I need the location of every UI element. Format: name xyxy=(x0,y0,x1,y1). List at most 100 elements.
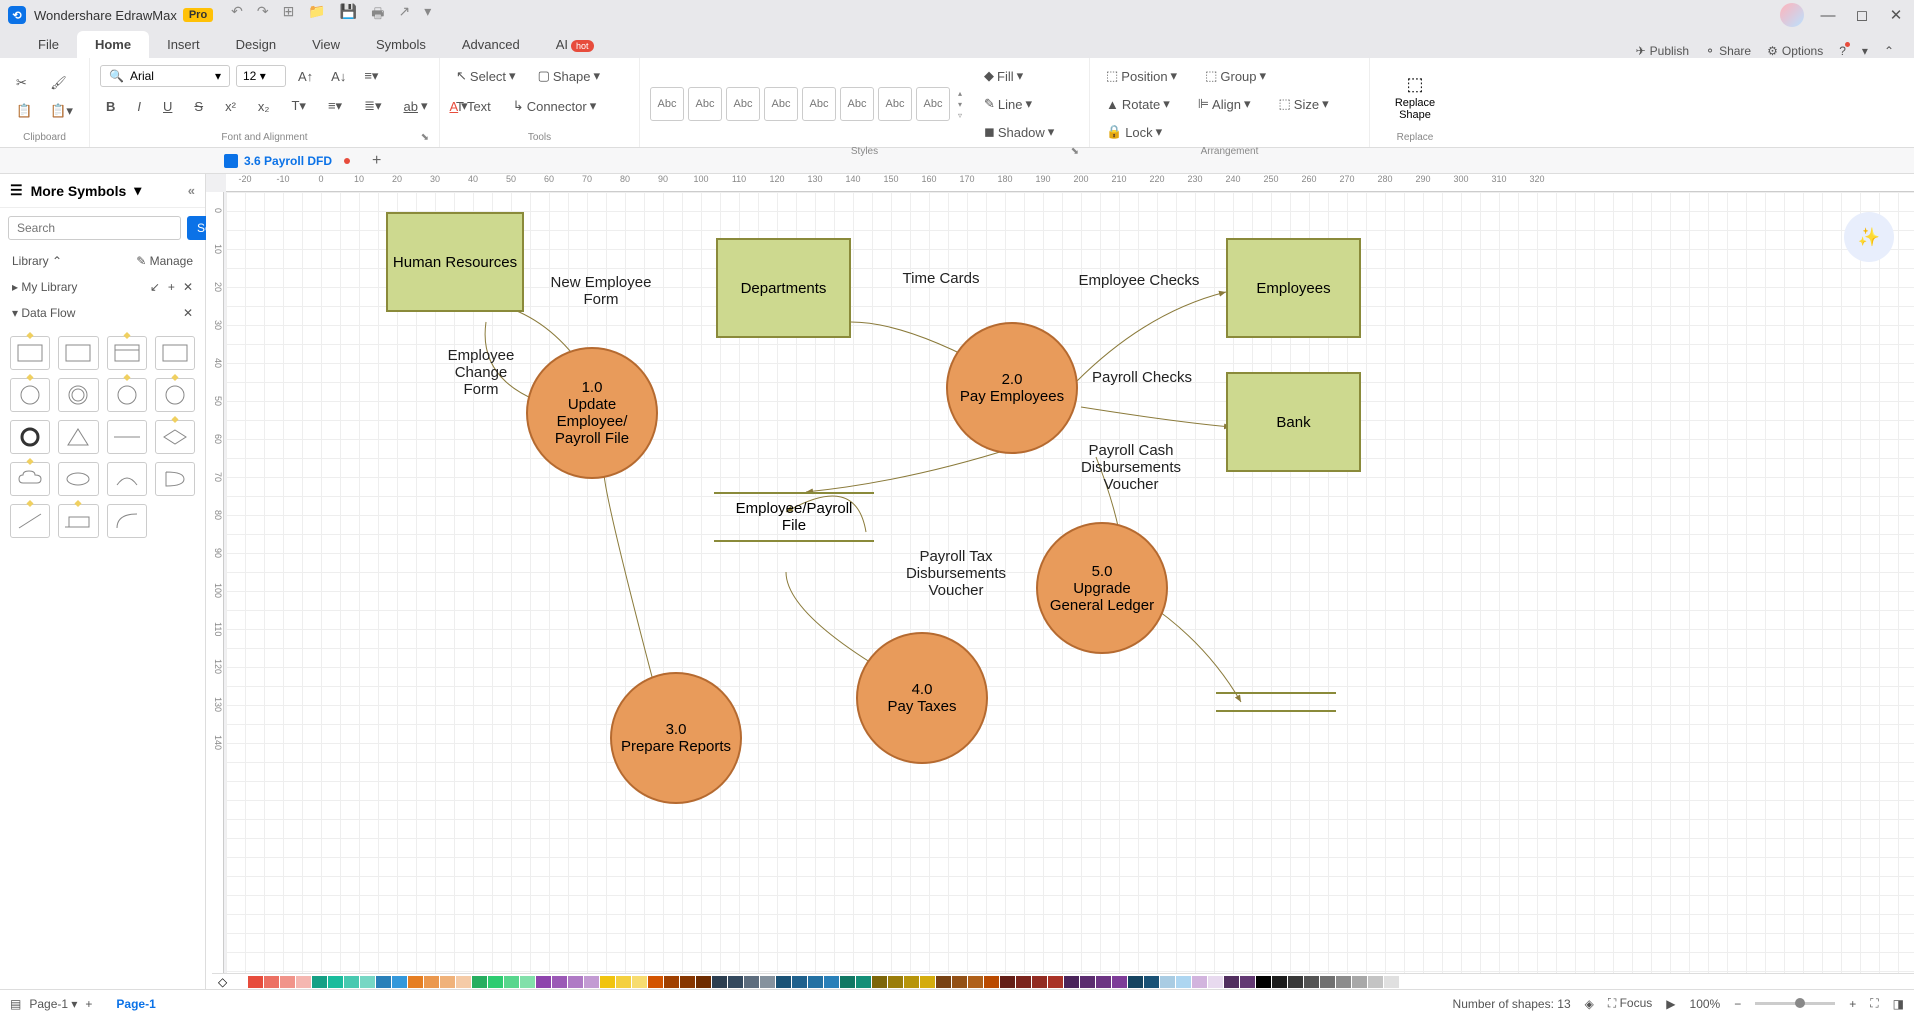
color-swatch[interactable] xyxy=(488,976,503,988)
bold-button[interactable]: B xyxy=(100,95,121,118)
color-swatch[interactable] xyxy=(472,976,487,988)
color-swatch[interactable] xyxy=(1384,976,1399,988)
style-preset-8[interactable]: Abc xyxy=(916,87,950,121)
help-button[interactable]: ? xyxy=(1839,44,1846,58)
text-tool[interactable]: T Text xyxy=(450,94,497,118)
color-swatch[interactable] xyxy=(712,976,727,988)
library-import-icon[interactable]: ↙ xyxy=(150,280,160,294)
line-button[interactable]: ✎ Line ▾ xyxy=(978,92,1060,116)
group-button[interactable]: ⬚ Group▾ xyxy=(1199,64,1272,88)
process-5-upgrade-ledger[interactable]: 5.0 Upgrade General Ledger xyxy=(1036,522,1168,654)
search-input[interactable] xyxy=(8,216,181,240)
ai-assistant-button[interactable]: ✨ xyxy=(1844,212,1894,262)
fill-button[interactable]: ◆ Fill ▾ xyxy=(978,64,1060,88)
color-swatch[interactable] xyxy=(232,976,247,988)
color-swatch[interactable] xyxy=(856,976,871,988)
align-menu-button[interactable]: ⊫ Align▾ xyxy=(1192,92,1257,116)
color-swatch[interactable] xyxy=(744,976,759,988)
lock-button[interactable]: 🔒 Lock▾ xyxy=(1100,120,1168,144)
color-swatch[interactable] xyxy=(376,976,391,988)
color-swatch[interactable] xyxy=(808,976,823,988)
font-size-select[interactable]: 12 ▾ xyxy=(236,65,286,87)
color-swatch[interactable] xyxy=(1256,976,1271,988)
font-group-expand-icon[interactable]: ⬊ xyxy=(421,132,429,143)
copy-button[interactable]: 📋 xyxy=(10,99,38,123)
color-swatch[interactable] xyxy=(1336,976,1351,988)
color-swatch[interactable] xyxy=(520,976,535,988)
style-preset-6[interactable]: Abc xyxy=(840,87,874,121)
color-swatch[interactable] xyxy=(568,976,583,988)
color-swatch[interactable] xyxy=(328,976,343,988)
close-button[interactable]: ✕ xyxy=(1886,6,1906,24)
color-swatch[interactable] xyxy=(264,976,279,988)
color-swatch[interactable] xyxy=(1368,976,1383,988)
shape-rect-3[interactable] xyxy=(155,336,195,370)
undo-icon[interactable]: ↶ xyxy=(231,3,243,27)
page-tab[interactable]: Page-1 xyxy=(104,997,167,1011)
shape-rect-2[interactable] xyxy=(58,336,98,370)
color-swatch[interactable] xyxy=(936,976,951,988)
export-icon[interactable]: ↗ xyxy=(398,3,410,27)
tab-advanced[interactable]: Advanced xyxy=(444,31,538,58)
case-button[interactable]: T▾ xyxy=(285,94,311,118)
data-flow-close-icon[interactable]: ✕ xyxy=(183,306,193,320)
replace-shape-button[interactable]: Replace Shape xyxy=(1380,97,1450,121)
color-swatch[interactable] xyxy=(648,976,663,988)
color-swatch[interactable] xyxy=(1048,976,1063,988)
save-icon[interactable]: 💾 xyxy=(340,3,357,27)
color-swatch[interactable] xyxy=(1144,976,1159,988)
color-swatch[interactable] xyxy=(1016,976,1031,988)
color-swatch[interactable] xyxy=(344,976,359,988)
color-swatch[interactable] xyxy=(456,976,471,988)
color-swatch[interactable] xyxy=(552,976,567,988)
color-swatch[interactable] xyxy=(1272,976,1287,988)
shape-diamond[interactable] xyxy=(155,420,195,454)
layers-icon[interactable]: ◈ xyxy=(1585,997,1594,1011)
shape-d[interactable] xyxy=(155,462,195,496)
add-document-tab[interactable]: + xyxy=(372,152,381,170)
datastore-employee-payroll[interactable]: Employee/Payroll File xyxy=(714,492,874,542)
tab-home[interactable]: Home xyxy=(77,31,149,58)
shape-label-rect[interactable] xyxy=(58,504,98,538)
collapse-ribbon-icon[interactable]: ⌃ xyxy=(1884,44,1894,58)
color-swatch[interactable] xyxy=(664,976,679,988)
symbols-dropdown-icon[interactable]: ▾ xyxy=(134,182,141,199)
focus-button[interactable]: ⛶ Focus xyxy=(1608,996,1652,1011)
style-preset-1[interactable]: Abc xyxy=(650,87,684,121)
entity-employees[interactable]: Employees xyxy=(1226,238,1361,338)
process-2-pay-employees[interactable]: 2.0 Pay Employees xyxy=(946,322,1078,454)
library-close-icon[interactable]: ✕ xyxy=(183,280,193,294)
shadow-button[interactable]: ◼ Shadow ▾ xyxy=(978,120,1060,144)
font-family-select[interactable]: 🔍 Arial▾ xyxy=(100,65,230,87)
subscript-button[interactable]: x₂ xyxy=(252,95,276,118)
color-swatch[interactable] xyxy=(1160,976,1175,988)
redo-icon[interactable]: ↷ xyxy=(257,3,269,27)
color-swatch[interactable] xyxy=(840,976,855,988)
tab-view[interactable]: View xyxy=(294,31,358,58)
process-3-prepare-reports[interactable]: 3.0 Prepare Reports xyxy=(610,672,742,804)
color-swatch[interactable] xyxy=(728,976,743,988)
color-swatch[interactable] xyxy=(296,976,311,988)
data-flow-category[interactable]: ▾ Data Flow xyxy=(12,306,75,320)
color-swatch[interactable] xyxy=(1320,976,1335,988)
zoom-in-button[interactable]: + xyxy=(1849,997,1856,1011)
color-swatch[interactable] xyxy=(1176,976,1191,988)
color-swatch[interactable] xyxy=(248,976,263,988)
page-list-icon[interactable]: ▤ xyxy=(10,997,21,1011)
share-button[interactable]: ⚬ Share xyxy=(1705,44,1751,58)
strikethrough-button[interactable]: S xyxy=(188,95,209,118)
connector-tool[interactable]: ↳ Connector ▾ xyxy=(507,94,602,118)
decrease-font-button[interactable]: A↓ xyxy=(325,65,352,88)
select-tool[interactable]: ↖ Select ▾ xyxy=(450,64,522,88)
color-swatch[interactable] xyxy=(776,976,791,988)
color-swatch[interactable] xyxy=(680,976,695,988)
position-button[interactable]: ⬚ Position▾ xyxy=(1100,64,1183,88)
canvas[interactable]: Human Resources Departments Employees Ba… xyxy=(226,192,1914,989)
color-swatch[interactable] xyxy=(600,976,615,988)
options-button[interactable]: ⚙ Options xyxy=(1767,44,1823,58)
document-tab[interactable]: 3.6 Payroll DFD xyxy=(212,150,362,172)
color-swatch[interactable] xyxy=(1224,976,1239,988)
color-swatch[interactable] xyxy=(872,976,887,988)
color-swatch[interactable] xyxy=(1128,976,1143,988)
publish-button[interactable]: ✈ Publish xyxy=(1636,44,1689,58)
